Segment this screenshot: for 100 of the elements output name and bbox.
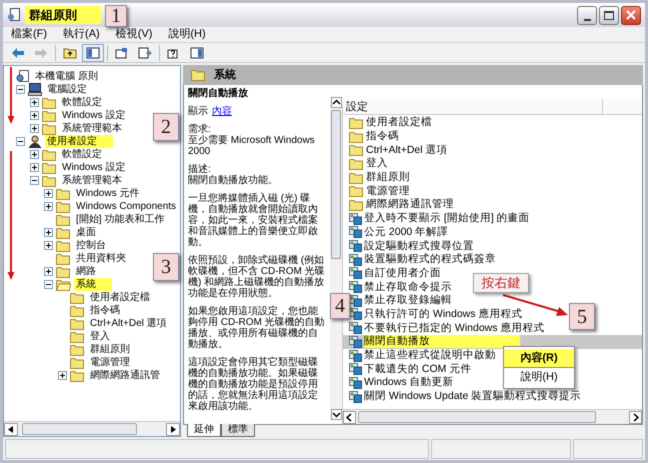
list-item[interactable]: 禁止存取命令提示 <box>364 280 452 294</box>
expand-icon[interactable] <box>30 111 39 120</box>
expand-icon[interactable] <box>44 267 53 276</box>
tree-item[interactable]: 使用者設定檔 <box>88 291 152 304</box>
expand-icon[interactable] <box>44 202 53 211</box>
view-tab[interactable]: 標準 <box>221 424 255 437</box>
expand-icon[interactable] <box>44 241 53 250</box>
tree-item[interactable]: Windows 設定 <box>60 161 128 174</box>
list-item[interactable]: 電源管理 <box>366 184 410 198</box>
menu-item[interactable]: 執行(A) <box>63 26 100 43</box>
list-item[interactable]: 只執行許可的 Windows 應用程式 <box>364 308 522 321</box>
tree-item[interactable]: 系統管理範本 <box>60 122 124 135</box>
policy-setting-icon <box>349 363 362 376</box>
expand-icon[interactable] <box>30 150 39 159</box>
menu-item[interactable]: 說明(H) <box>168 26 206 43</box>
tree-pane-button[interactable] <box>82 44 104 62</box>
tree-item[interactable]: 電源管理 <box>88 356 132 369</box>
tree-item[interactable]: 電腦設定 <box>45 83 89 96</box>
list-item[interactable]: 登入時不要顯示 [開始使用] 的畫面 <box>364 212 530 226</box>
tree-item[interactable]: Windows Components <box>74 200 178 213</box>
list-item[interactable]: 不要執行已指定的 Windows 應用程式 <box>364 322 544 335</box>
description-paragraph: 如果您啟用這項設定，您也能夠停用 CD-ROM 光碟機的自動播放、或停用所有磁碟機的自動播放。 <box>188 306 326 350</box>
expand-icon[interactable] <box>44 189 53 198</box>
tree-item[interactable]: [開始] 功能表和工作 <box>74 213 166 226</box>
list-item[interactable]: 禁止這些程式從說明中啟動 <box>364 349 496 362</box>
list-item[interactable]: 下載遺失的 COM 元件 <box>364 362 472 376</box>
tree-item[interactable]: 指令碼 <box>88 304 122 317</box>
folder-icon <box>56 214 71 226</box>
minimize-button[interactable] <box>577 6 597 24</box>
menu-item[interactable]: 檢視(V) <box>116 26 152 43</box>
expand-icon[interactable] <box>30 163 39 172</box>
close-icon <box>626 10 636 20</box>
tree-item[interactable]: 共用資料夾 <box>74 252 128 265</box>
scroll-thumb[interactable] <box>331 110 341 259</box>
scroll-thumb[interactable] <box>22 423 137 435</box>
expand-icon[interactable] <box>30 98 39 107</box>
tree-item[interactable]: 群組原則 <box>88 343 132 356</box>
context-menu-item[interactable]: 內容(R) <box>504 349 574 368</box>
step-number-callout: 1 <box>105 5 127 27</box>
tree-item[interactable]: 系統 <box>74 278 112 291</box>
folder-icon <box>70 292 85 304</box>
expand-icon[interactable] <box>58 371 67 380</box>
list-item[interactable]: 自訂使用者介面 <box>364 266 441 280</box>
collapse-icon[interactable] <box>44 280 53 289</box>
context-menu-item[interactable]: 說明(H) <box>504 368 574 386</box>
export-list-icon <box>138 46 152 58</box>
list-item[interactable]: 群組原則 <box>366 171 410 184</box>
tree-item[interactable]: Windows 元件 <box>74 187 142 200</box>
folder-icon <box>349 144 364 156</box>
policy-setting-icon <box>349 376 362 389</box>
scroll-up-icon[interactable] <box>330 97 342 108</box>
scroll-left-icon[interactable] <box>4 422 18 436</box>
section-heading: 描述: <box>188 164 212 175</box>
list-item[interactable]: Windows 自動更新 <box>364 376 454 390</box>
tree-item[interactable]: 網際網路通訊管 <box>88 369 162 382</box>
scroll-right-icon[interactable] <box>629 410 642 424</box>
folder-icon <box>349 172 364 184</box>
folder-icon <box>349 198 364 211</box>
menu-item[interactable]: 檔案(F) <box>11 26 48 43</box>
tree-item[interactable]: 軟體設定 <box>60 148 104 161</box>
list-item[interactable]: 裝置驅動程式的程式碼簽章 <box>364 253 496 266</box>
expand-icon[interactable] <box>30 124 39 133</box>
list-item[interactable]: 禁止存取登錄編輯 <box>364 294 452 308</box>
tree-item[interactable]: Windows 設定 <box>60 109 128 122</box>
scroll-down-icon[interactable] <box>330 409 342 420</box>
folder-icon <box>42 148 57 160</box>
close-button[interactable] <box>621 6 641 24</box>
collapse-icon[interactable] <box>30 176 39 185</box>
description-title: 關閉自動播放 <box>188 88 249 99</box>
list-item[interactable]: 指令碼 <box>366 130 399 144</box>
tree-item[interactable]: Ctrl+Alt+Del 選項 <box>88 317 169 330</box>
list-item[interactable]: 登入 <box>366 157 388 170</box>
folder-icon <box>191 69 206 81</box>
tree-item[interactable]: 桌面 <box>74 226 98 239</box>
collapse-icon[interactable] <box>16 85 25 94</box>
properties-link[interactable]: 內容 <box>212 106 232 117</box>
tree-item[interactable]: 本機電腦 原則 <box>33 70 100 83</box>
tree-item[interactable]: 控制台 <box>74 239 108 252</box>
horizontal-scrollbar[interactable] <box>343 409 642 424</box>
list-item[interactable]: 關閉 Windows Update 裝置驅動程式搜尋提示 <box>364 390 582 404</box>
tree-item[interactable]: 軟體設定 <box>60 96 104 109</box>
view-tab[interactable]: 延伸 <box>187 424 221 437</box>
list-item[interactable]: 設定驅動程式搜尋位置 <box>364 240 474 253</box>
maximize-button[interactable] <box>599 6 619 24</box>
collapse-icon[interactable] <box>16 137 25 146</box>
list-item[interactable]: 公元 2000 年解譯 <box>364 226 448 239</box>
scroll-right-icon[interactable] <box>166 422 180 436</box>
list-item[interactable]: 網際網路通訊管理 <box>366 198 454 212</box>
list-item[interactable]: 關閉自動播放 <box>364 335 520 348</box>
expand-icon[interactable] <box>44 228 53 237</box>
tree-item[interactable]: 系統管理範本 <box>60 174 124 187</box>
policy-setting-icon <box>349 212 362 225</box>
scroll-left-icon[interactable] <box>343 410 356 424</box>
list-item[interactable]: Ctrl+Alt+Del 選項 <box>366 144 448 157</box>
scroll-thumb[interactable] <box>358 411 596 423</box>
tree-item[interactable]: 網路 <box>74 265 98 278</box>
tree-item[interactable]: 使用者設定 <box>45 135 113 148</box>
tree-item[interactable]: 登入 <box>88 330 112 343</box>
list-item[interactable]: 使用者設定檔 <box>366 116 432 130</box>
horizontal-scrollbar[interactable] <box>4 421 180 436</box>
